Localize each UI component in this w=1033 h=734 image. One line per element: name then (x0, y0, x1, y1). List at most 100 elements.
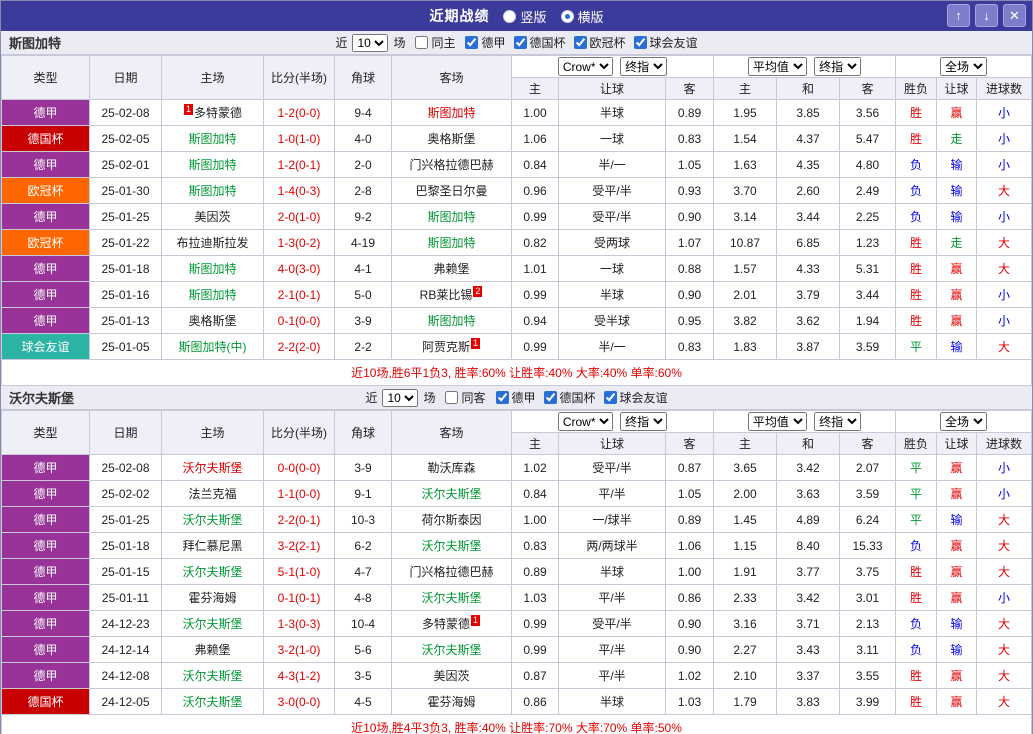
asian-handicap-line: 平/半 (558, 480, 666, 507)
result-handicap: 走 (936, 229, 978, 256)
asian-odds-time-select[interactable]: 终指 (620, 412, 668, 431)
asian-handicap-line: 两/两球半 (558, 532, 666, 559)
match-row: 德甲 25-01-25 美因茨 2-0(1-0) 9-2 斯图加特 0.99 受平/半 0.90… (1, 203, 1032, 230)
same-venue-checkbox[interactable] (415, 36, 429, 49)
home-team-name: 沃尔夫斯堡 (182, 461, 243, 475)
home-team-cell: 斯图加特 (161, 125, 264, 152)
results-table: 类型 日期 主场 比分(半场) 角球 客场 Crow* 终指 平均值 终指 全场… (1, 410, 1032, 734)
same-venue-filter[interactable]: 同主 (407, 34, 455, 51)
layout-vertical-radio[interactable]: 竖版 (503, 7, 547, 26)
away-team-name: 勒沃库森 (427, 461, 476, 475)
away-team-cell: 沃尔夫斯堡 (391, 480, 512, 507)
away-team-name: 斯图加特 (427, 314, 476, 328)
euro-odds-home: 2.33 (713, 584, 777, 611)
bookmaker-select[interactable]: Crow* (557, 412, 613, 431)
result-wdl: 胜 (895, 229, 938, 256)
match-row: 德甲 25-01-18 斯图加特 4-0(3-0) 4-1 弗赖堡 1.01 一球 0.88 1.… (1, 255, 1032, 282)
league-filter-checkbox[interactable] (573, 36, 587, 49)
away-team-name: 沃尔夫斯堡 (421, 539, 482, 553)
league-filter-checkbox[interactable] (465, 36, 479, 49)
col-type: 类型 (1, 410, 90, 455)
match-count-select[interactable]: 10 (382, 388, 419, 407)
result-handicap: 输 (936, 636, 978, 663)
league-filter[interactable]: 球会友谊 (596, 389, 668, 406)
score: 0-0(0-0) (263, 454, 335, 481)
asian-odds-away: 0.89 (665, 506, 714, 533)
euro-odds-time-select[interactable]: 终指 (814, 57, 862, 76)
home-team-name: 布拉迪斯拉发 (176, 236, 249, 250)
euro-odds-away: 4.80 (838, 151, 897, 178)
league-filter-checkbox[interactable] (495, 391, 509, 404)
euro-odds-draw: 3.44 (776, 203, 840, 230)
home-team-cell: 霍芬海姆 (161, 584, 264, 611)
asian-odds-time-select[interactable]: 终指 (620, 57, 668, 76)
league-filter-checkbox[interactable] (543, 391, 557, 404)
col-ah-home: 主 (511, 77, 559, 100)
match-count-select[interactable]: 10 (352, 33, 389, 52)
asian-odds-away: 1.05 (665, 151, 714, 178)
section-header: 沃尔夫斯堡 近 10 场 同客 德甲 德国杯 球会友谊 (1, 386, 1032, 410)
league-badge: 德甲 (1, 99, 90, 126)
euro-odds-time-select[interactable]: 终指 (814, 412, 862, 431)
near-label: 近 (335, 36, 348, 50)
score: 2-1(0-1) (263, 281, 335, 308)
league-filter[interactable]: 德国杯 (536, 389, 596, 406)
euro-source-select[interactable]: 平均值 (747, 57, 807, 76)
result-handicap: 输 (936, 177, 978, 204)
filter-bar: 近 10 场 同主 德甲 德国杯 欧冠杯 球会友谊 (335, 33, 698, 52)
same-venue-checkbox[interactable] (445, 391, 459, 404)
close-button[interactable]: ✕ (1003, 4, 1026, 27)
same-venue-filter[interactable]: 同客 (437, 389, 486, 406)
result-goals: 小 (976, 281, 1032, 308)
score: 1-4(0-3) (263, 177, 335, 204)
scroll-up-button[interactable]: ↑ (947, 4, 970, 27)
home-team-cell: 斯图加特 (161, 281, 264, 308)
league-filter-checkbox[interactable] (603, 391, 617, 404)
window-title: 近期战绩 (429, 8, 490, 24)
match-date: 24-12-08 (89, 662, 162, 689)
result-handicap: 输 (936, 506, 978, 533)
away-team-cell: 美因茨 (391, 662, 512, 689)
team-name: 沃尔夫斯堡 (9, 391, 75, 406)
home-team-cell: 弗赖堡 (161, 636, 264, 663)
result-goals: 小 (976, 99, 1032, 126)
col-result-wdl: 胜负 (895, 432, 938, 455)
scroll-down-button[interactable]: ↓ (975, 4, 998, 27)
match-date: 25-01-18 (89, 255, 162, 282)
league-badge: 德甲 (1, 636, 90, 663)
league-filter-checkbox[interactable] (633, 36, 647, 49)
away-team-name: 霍芬海姆 (427, 695, 476, 709)
home-team-name: 沃尔夫斯堡 (182, 565, 243, 579)
euro-odds-home: 10.87 (713, 229, 777, 256)
league-filter[interactable]: 德甲 (457, 34, 506, 51)
scope-select[interactable]: 全场 (940, 57, 987, 76)
scope-select[interactable]: 全场 (940, 412, 987, 431)
col-result-handicap: 让球 (936, 77, 978, 100)
asian-odds-away: 0.88 (665, 255, 714, 282)
result-wdl: 负 (895, 151, 938, 178)
asian-handicap-line: 受平/半 (558, 610, 666, 637)
euro-odds-away: 2.07 (838, 454, 897, 481)
euro-source-select[interactable]: 平均值 (747, 412, 807, 431)
euro-odds-home: 1.91 (713, 558, 777, 585)
league-filter-checkbox[interactable] (513, 36, 527, 49)
titlebar: 近期战绩 竖版 横版 ↑ ↓ ✕ (1, 1, 1032, 31)
layout-horizontal-radio[interactable]: 横版 (560, 7, 604, 26)
league-filter[interactable]: 德国杯 (506, 34, 566, 51)
euro-odds-draw: 2.60 (776, 177, 840, 204)
league-filter-label: 球会友谊 (649, 36, 698, 50)
match-date: 25-01-22 (89, 229, 162, 256)
result-wdl: 胜 (895, 255, 938, 282)
home-team-name: 斯图加特 (188, 288, 237, 302)
league-filter[interactable]: 球会友谊 (626, 34, 698, 51)
league-badge: 球会友谊 (1, 333, 90, 360)
bookmaker-select[interactable]: Crow* (557, 57, 613, 76)
result-wdl: 负 (895, 610, 938, 637)
league-filter[interactable]: 德甲 (488, 389, 536, 406)
home-team-cell: 斯图加特 (161, 177, 264, 204)
asian-handicap-line: 一球 (558, 255, 666, 282)
match-date: 25-01-25 (89, 506, 162, 533)
euro-odds-away: 15.33 (838, 532, 897, 559)
league-filter[interactable]: 欧冠杯 (566, 34, 626, 51)
euro-odds-away: 5.47 (838, 125, 897, 152)
